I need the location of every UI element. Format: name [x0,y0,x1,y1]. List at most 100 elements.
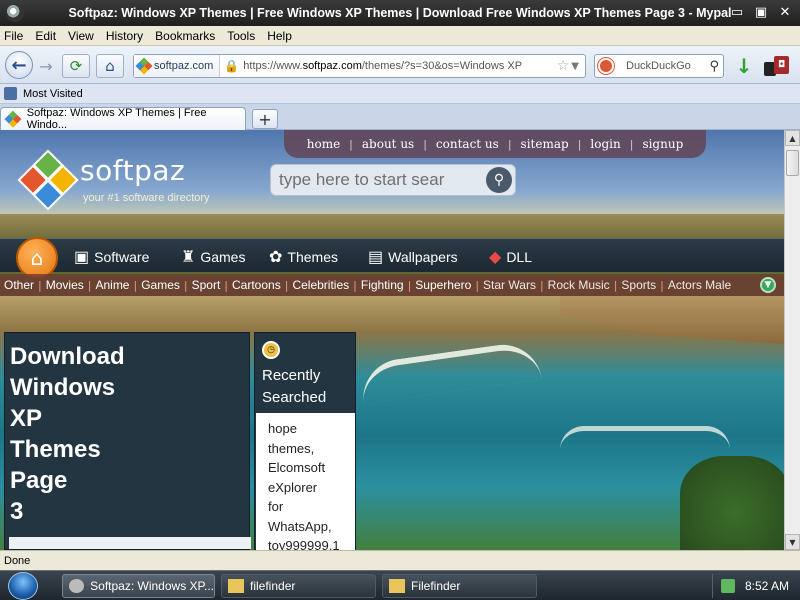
nav-wallpapers[interactable]: ▤ Wallpapers [368,247,458,267]
toplink-contact-us[interactable]: contact us [427,137,508,151]
plus-icon: + [258,109,272,129]
taskbar-item-filefinder-2[interactable]: Filefinder [382,574,537,598]
toplink-sitemap[interactable]: sitemap [512,137,578,151]
addon-buttons[interactable]: ◘ [764,56,790,78]
taskbar-item-browser[interactable]: Softpaz: Windows XP... [62,574,215,598]
toplink-signup[interactable]: signup [633,137,692,151]
menu-file[interactable]: File [4,29,23,43]
title-bar: Softpaz: Windows XP Themes | Free Window… [0,0,800,26]
site-home-button[interactable]: ⌂ [16,237,58,279]
puzzle-icon: ◆ [489,249,502,266]
site-favicon-icon [135,57,153,75]
menu-help[interactable]: Help [267,29,292,43]
category-actors-male[interactable]: Actors Male [664,278,735,292]
category-rock-music[interactable]: Rock Music [544,278,614,292]
recently-searched-title: Recently Searched [262,367,327,406]
menu-view[interactable]: View [68,29,94,43]
bookmark-most-visited[interactable]: Most Visited [23,88,83,100]
magnifier-icon: ⚲ [493,172,505,188]
navigation-toolbar: ← → ⟳ ⌂ softpaz.com 🔒 https://www.softpa… [0,46,800,84]
tab-softpaz[interactable]: Softpaz: Windows XP Themes | Free Windo.… [0,107,246,131]
forward-arrow-icon: → [39,56,53,76]
tray-clock[interactable]: 8:52 AM [745,579,789,593]
menu-bar: File Edit View History Bookmarks Tools H… [0,26,800,46]
category-anime[interactable]: Anime [91,278,133,292]
nav-games[interactable]: ♜ Games [181,247,245,267]
lock-icon: 🔒 [224,59,240,73]
category-games[interactable]: Games [137,278,184,292]
nav-dll[interactable]: ◆ DLL [489,247,532,267]
site-search-box[interactable]: type here to start sear ⚲ [270,164,516,196]
url-domain: softpaz.com [302,60,362,72]
search-engine-placeholder: DuckDuckGo [626,60,691,72]
palette-icon: ✿ [269,249,283,266]
category-cartoons[interactable]: Cartoons [228,278,285,292]
logo-wordmark: softpaz [80,154,186,187]
scroll-down-icon[interactable]: ▼ [785,534,800,550]
category-star-wars[interactable]: Star Wars [479,278,540,292]
menu-edit[interactable]: Edit [35,29,56,43]
network-icon[interactable] [721,579,735,593]
toplink-login[interactable]: login [581,137,629,151]
folder-icon [228,579,244,593]
ublock-shield-icon[interactable]: ◘ [774,56,789,74]
menu-tools[interactable]: Tools [227,29,255,43]
category-sport[interactable]: Sport [188,278,225,292]
taskbar-item-filefinder-label: filefinder [250,579,296,593]
menu-bookmarks[interactable]: Bookmarks [155,29,215,43]
restore-button[interactable]: ▣ [752,4,770,20]
forward-button[interactable]: → [35,56,57,76]
bookmarks-toolbar: Most Visited [0,84,800,104]
status-text: Done [4,554,31,567]
duckduckgo-icon[interactable] [598,58,614,74]
menu-history[interactable]: History [106,29,143,43]
heading-panel-strip [9,537,251,549]
new-tab-button[interactable]: + [252,109,278,129]
page-content: home | about us | contact us | sitemap | log… [0,130,784,550]
recently-searched-list[interactable]: hope themes, Elcomsoft eXplorer for What… [256,413,355,550]
site-search-input[interactable]: type here to start sear [279,170,486,190]
scroll-thumb[interactable] [786,150,799,176]
close-button[interactable]: ✕ [776,4,794,20]
back-button[interactable]: ← [5,51,33,79]
site-main-nav: ⌂ ▣ Software ♜ Games ✿ Themes ▤ Wallpapers ◆… [0,237,784,279]
category-celebrities[interactable]: Celebrities [288,278,353,292]
reload-button[interactable]: ⟳ [62,54,90,78]
bookmark-star-icon[interactable]: ☆ [557,58,570,74]
magnifier-icon[interactable]: ⚲ [709,59,719,74]
site-logo[interactable]: softpaz your #1 software directory [17,149,220,211]
site-search-button[interactable]: ⚲ [486,167,512,193]
category-fighting[interactable]: Fighting [357,278,408,292]
nav-software[interactable]: ▣ Software [74,247,149,267]
logo-tagline: your #1 software directory [83,192,210,204]
site-identity-button[interactable]: softpaz.com [134,55,221,77]
category-superhero[interactable]: Superhero [411,278,475,292]
scroll-up-icon[interactable]: ▲ [785,130,800,146]
taskbar-item-filefinder-2-label: Filefinder [411,579,461,593]
page-scrollbar[interactable]: ▲ ▼ [784,130,800,550]
url-text[interactable]: https://www.softpaz.com/themes/?s=30&os=… [243,60,556,72]
nav-themes[interactable]: ✿ Themes [269,247,338,267]
url-dropdown-icon[interactable]: ▼ [571,61,579,72]
page-heading-panel: Download Windows XP Themes Page 3 [4,332,251,550]
page-title: Download Windows XP Themes Page 3 [10,343,125,525]
taskbar-item-filefinder[interactable]: filefinder [221,574,376,598]
browser-logo-icon [6,4,24,22]
house-icon: ⌂ [30,246,44,270]
tab-favicon-icon [4,110,22,128]
search-bar[interactable]: DuckDuckGo ⚲ [594,54,724,78]
toplink-about-us[interactable]: about us [353,137,423,151]
tab-label: Softpaz: Windows XP Themes | Free Windo.… [26,107,207,131]
start-button[interactable] [8,572,38,600]
category-scroll-icon[interactable]: ▼ [760,277,776,293]
tab-bar: Softpaz: Windows XP Themes | Free Windo.… [0,104,800,131]
toplink-home[interactable]: home [298,137,349,151]
category-movies[interactable]: Movies [42,278,88,292]
download-button[interactable]: ↓ [732,54,756,78]
category-other[interactable]: Other [0,278,38,292]
url-bar[interactable]: softpaz.com 🔒 https://www.softpaz.com/th… [133,54,586,78]
clock-icon: ◷ [262,341,280,359]
home-button[interactable]: ⌂ [96,54,124,78]
category-sports[interactable]: Sports [617,278,660,292]
minimize-button[interactable]: ▭ [728,4,746,20]
